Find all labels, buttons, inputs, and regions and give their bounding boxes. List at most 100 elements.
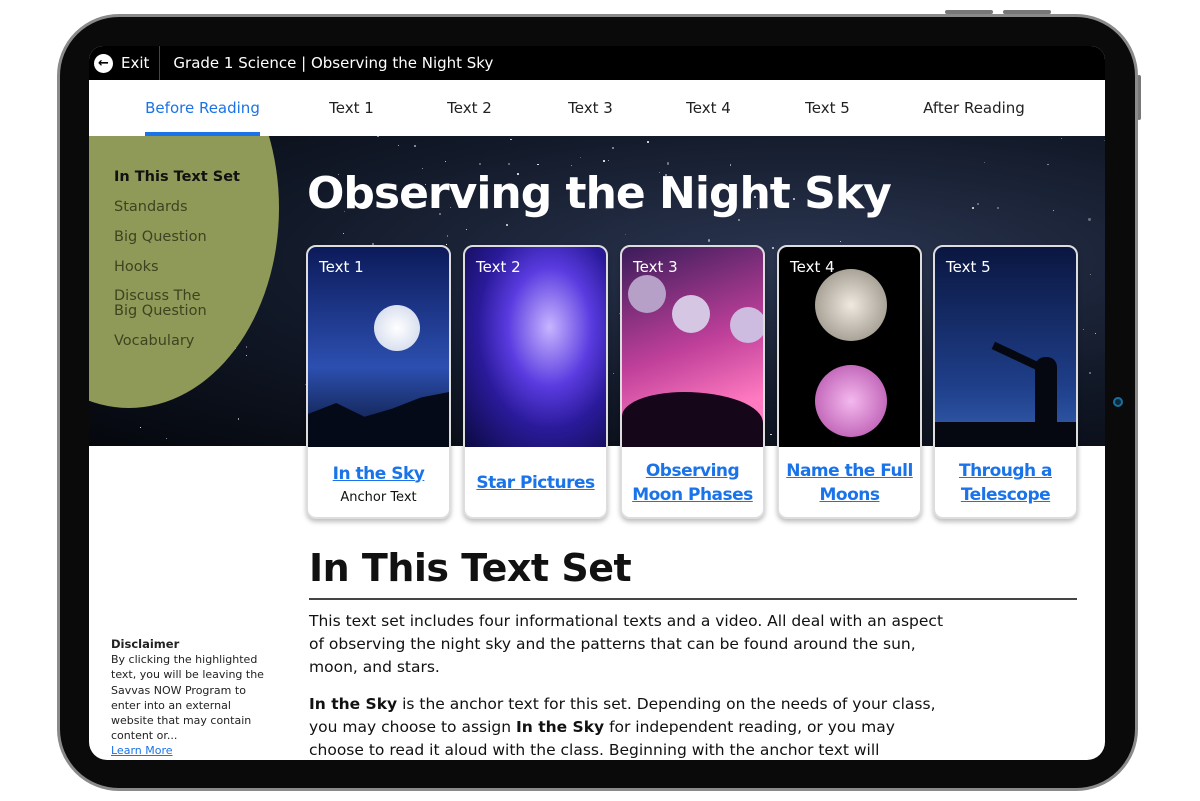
star — [607, 160, 609, 162]
card-image: Text 5 — [935, 247, 1076, 447]
bold-text: In the Sky — [516, 718, 605, 736]
star — [666, 162, 669, 165]
star — [579, 156, 581, 158]
text-card-2[interactable]: Text 2 Star Pictures — [463, 245, 608, 519]
card-link[interactable]: In the Sky — [333, 462, 425, 486]
star — [570, 164, 572, 166]
card-link[interactable]: Through a Telescope — [935, 459, 1076, 507]
card-label: Text 3 — [633, 258, 678, 276]
card-image: Text 1 — [308, 247, 449, 447]
star — [465, 228, 468, 231]
tab-text-1[interactable]: Text 1 — [324, 80, 379, 136]
divider — [309, 598, 1077, 600]
star — [245, 355, 247, 356]
sidebar-item-big-question[interactable]: Big Question — [114, 222, 240, 252]
card-link[interactable]: Star Pictures — [476, 471, 595, 495]
star — [611, 146, 615, 150]
section-body: This text set includes four informationa… — [309, 610, 949, 760]
tab-bar: Before Reading Text 1 Text 2 Text 3 Text… — [89, 80, 1105, 136]
card-label: Text 4 — [790, 258, 835, 276]
exit-label: Exit — [121, 54, 150, 72]
tab-text-4[interactable]: Text 4 — [681, 80, 736, 136]
card-link[interactable]: Observing Moon Phases — [622, 459, 763, 507]
star — [506, 224, 509, 226]
star — [165, 437, 168, 439]
text-card-3[interactable]: Text 3 Observing Moon Phases — [620, 245, 765, 519]
star — [1094, 332, 1097, 335]
bold-text: In the Sky — [309, 695, 398, 713]
card-link[interactable]: Name the Full Moons — [779, 459, 920, 507]
star — [510, 138, 512, 141]
camera-icon — [1113, 397, 1123, 407]
disclaimer: Disclaimer By clicking the highlighted t… — [111, 637, 276, 759]
tab-text-5[interactable]: Text 5 — [800, 80, 855, 136]
star — [1047, 163, 1049, 166]
star — [537, 163, 539, 166]
text-card-5[interactable]: Text 5 Through a Telescope — [933, 245, 1078, 519]
tab-text-3[interactable]: Text 3 — [563, 80, 618, 136]
star — [612, 372, 615, 375]
tab-before-reading[interactable]: Before Reading — [145, 80, 260, 136]
sidebar-item-hooks[interactable]: Hooks — [114, 252, 240, 282]
breadcrumb: Grade 1 Science | Observing the Night Sk… — [173, 54, 494, 72]
star — [1103, 140, 1105, 142]
star — [839, 240, 842, 243]
card-label: Text 5 — [946, 258, 991, 276]
star — [245, 345, 248, 348]
star — [770, 433, 772, 436]
card-image: Text 4 — [779, 247, 920, 447]
star — [139, 427, 141, 428]
sidebar-item-standards[interactable]: Standards — [114, 192, 240, 222]
star — [342, 232, 344, 234]
top-bar: ← Exit Grade 1 Science | Observing the N… — [89, 46, 1105, 80]
disclaimer-title: Disclaimer — [111, 637, 180, 651]
star — [729, 164, 731, 166]
star — [1088, 218, 1091, 221]
screen: ← Exit Grade 1 Science | Observing the N… — [89, 46, 1105, 760]
star — [738, 219, 741, 221]
tab-text-2[interactable]: Text 2 — [442, 80, 497, 136]
sidebar-item-vocabulary[interactable]: Vocabulary — [114, 326, 240, 356]
disclaimer-text: By clicking the highlighted text, you wi… — [111, 653, 264, 743]
star — [414, 144, 416, 147]
star — [1089, 371, 1092, 374]
star — [647, 141, 649, 143]
star — [397, 145, 399, 146]
star — [984, 161, 985, 163]
sidebar-nav: In This Text Set Standards Big Question … — [114, 162, 240, 356]
star — [507, 162, 510, 165]
star — [1090, 274, 1092, 275]
star — [1083, 329, 1084, 330]
star — [377, 136, 379, 138]
star — [625, 233, 627, 235]
paragraph: This text set includes four informationa… — [309, 612, 944, 676]
star — [1060, 138, 1062, 140]
tab-after-reading[interactable]: After Reading — [915, 80, 1033, 136]
paragraph: In the Sky is the anchor text for this s… — [309, 693, 949, 760]
learn-more-link[interactable]: Learn More — [111, 744, 173, 757]
star — [1052, 210, 1054, 212]
star — [444, 160, 446, 162]
text-card-1[interactable]: Text 1 In the Sky Anchor Text — [306, 245, 451, 519]
sidebar-item-in-this-text-set[interactable]: In This Text Set — [114, 162, 240, 192]
star — [603, 160, 605, 162]
star — [446, 243, 448, 245]
card-subtitle: Anchor Text — [340, 489, 417, 505]
star — [479, 162, 482, 165]
star — [972, 207, 975, 210]
star — [996, 206, 1000, 210]
card-image: Text 2 — [465, 247, 606, 447]
sidebar-item-discuss[interactable]: Discuss The Big Question — [114, 282, 214, 326]
section-heading: In This Text Set — [309, 546, 632, 590]
card-label: Text 1 — [319, 258, 364, 276]
star — [447, 235, 449, 237]
text-card-4[interactable]: Text 4 Name the Full Moons — [777, 245, 922, 519]
star — [707, 239, 711, 242]
star — [976, 203, 979, 205]
exit-button[interactable]: ← Exit — [89, 46, 161, 80]
card-image: Text 3 — [622, 247, 763, 447]
back-arrow-icon: ← — [94, 53, 113, 73]
star — [237, 418, 240, 420]
star — [771, 246, 775, 250]
hero-title: Observing the Night Sky — [307, 168, 892, 219]
